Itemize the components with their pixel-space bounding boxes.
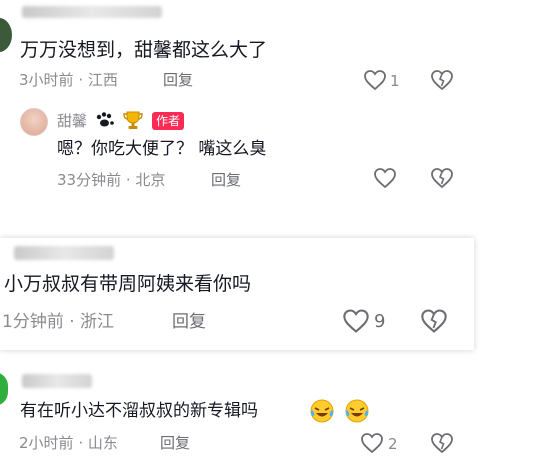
dislike-button[interactable] — [430, 432, 454, 454]
avatar[interactable] — [0, 18, 12, 52]
broken-heart-icon — [431, 168, 453, 189]
reply-reply-button[interactable]: 回复 — [211, 170, 241, 190]
laughing-tears-emoji — [344, 398, 370, 424]
comment-time: 1分钟前 — [2, 312, 64, 332]
author-tag: 作者 — [152, 112, 185, 130]
like-button[interactable] — [360, 432, 384, 454]
like-count: 1 — [390, 72, 400, 90]
reply-button[interactable]: 回复 — [172, 311, 206, 333]
reply-time: 33分钟前 — [57, 171, 122, 189]
dislike-button[interactable] — [430, 69, 454, 91]
comment-text: 小万叔叔有带周阿姨来看你吗 — [4, 273, 252, 295]
comment-location: 山东 — [87, 434, 118, 452]
heart-icon — [364, 70, 386, 91]
like-count: 2 — [388, 435, 398, 453]
reply-avatar[interactable] — [20, 108, 48, 136]
broken-heart-icon — [431, 70, 453, 91]
comment-text: 有在听小达不溜叔叔的新专辑吗 — [20, 400, 258, 422]
blurred-nickname — [22, 374, 92, 388]
comment-text: 万万没想到，甜馨都这么大了 — [20, 39, 268, 61]
dislike-button[interactable] — [420, 308, 448, 334]
comment-time: 3小时前 — [19, 71, 74, 89]
broken-heart-icon — [431, 433, 453, 454]
comment-meta: 3小时前 · 江西 — [19, 71, 118, 89]
like-button[interactable] — [342, 308, 370, 334]
heart-icon — [361, 433, 383, 454]
reply-dislike-button[interactable] — [430, 167, 454, 189]
comment-time: 2小时前 — [19, 434, 74, 452]
reply-button[interactable]: 回复 — [163, 70, 193, 90]
like-count: 9 — [374, 311, 386, 332]
reply-like-button[interactable] — [373, 167, 397, 189]
comment-location: 浙江 — [80, 312, 115, 332]
comment-text-content: 有在听小达不溜叔叔的新专辑吗 — [20, 401, 258, 421]
reply-location: 北京 — [135, 171, 166, 189]
blurred-nickname — [14, 246, 114, 260]
laughing-tears-emoji — [309, 398, 335, 424]
heart-icon — [374, 168, 396, 189]
avatar[interactable] — [0, 372, 8, 406]
paw-icon — [94, 111, 116, 131]
comment-location: 江西 — [87, 71, 118, 89]
reply-nickname[interactable]: 甜馨 — [57, 111, 87, 131]
broken-heart-icon — [421, 309, 447, 333]
comment-meta: 2小时前 · 山东 — [19, 434, 118, 452]
reply-button[interactable]: 回复 — [160, 433, 190, 453]
blurred-nickname — [22, 6, 162, 18]
comment-meta: 1分钟前 · 浙江 — [2, 312, 115, 332]
trophy-icon — [122, 109, 144, 131]
comment-2: 小万叔叔有带周阿姨来看你吗 1分钟前 · 浙江 回复 9 — [0, 238, 474, 350]
like-button[interactable] — [363, 69, 387, 91]
heart-icon — [343, 309, 369, 333]
reply-text: 嗯？你吃大便了？ 嘴这么臭 — [57, 139, 267, 159]
reply-meta: 33分钟前 · 北京 — [57, 171, 166, 189]
